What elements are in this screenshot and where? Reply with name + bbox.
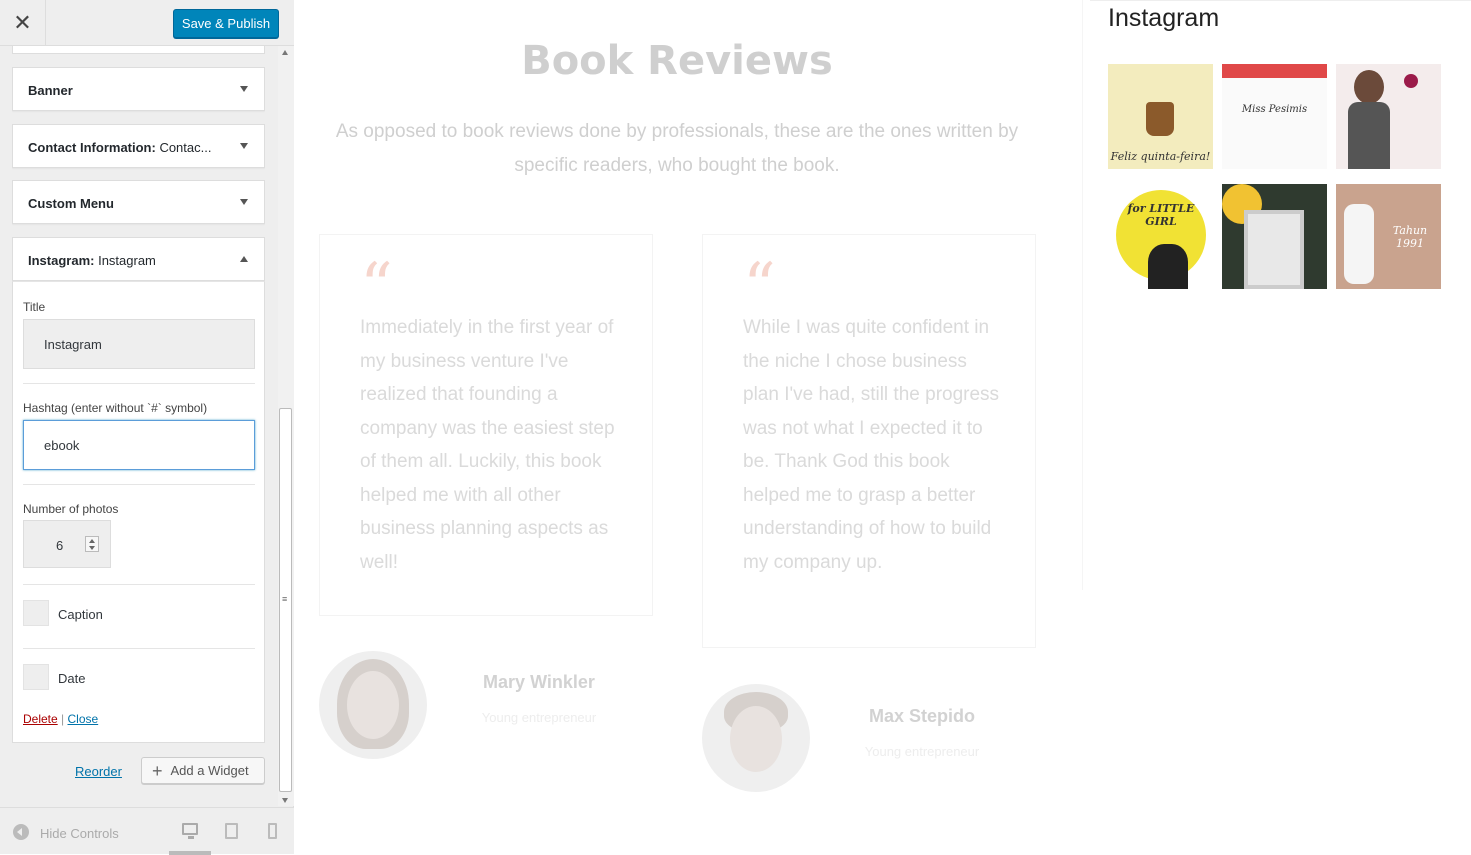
widget-instagram[interactable]: Instagram: Instagram (12, 237, 265, 281)
instagram-photo[interactable] (1222, 184, 1327, 289)
section-subtitle: As opposed to book reviews done by profe… (335, 121, 1019, 176)
divider (23, 648, 255, 649)
photo-caption: for LITTLE GIRL (1127, 202, 1195, 228)
instagram-photo[interactable]: Miss Pesimis (1222, 64, 1327, 169)
separator: | (57, 712, 68, 726)
chevron-down-icon[interactable] (240, 199, 248, 205)
reviewer-role: Young entrepreneur (481, 710, 597, 725)
divider (1090, 0, 1471, 1)
review-text: While I was quite confident in the niche… (743, 317, 1000, 573)
hashtag-label: Hashtag (enter without `#` symbol) (23, 401, 208, 415)
hashtag-input[interactable]: ebook (23, 420, 255, 470)
customizer-sidebar: ✕ Save & Publish Banner Contact Informat… (0, 0, 294, 855)
review-card: “ Immediately in the first year of my bu… (319, 234, 653, 616)
chevron-up-icon[interactable] (240, 256, 248, 262)
scroll-up-icon[interactable] (282, 50, 288, 55)
photo-caption: Miss Pesimis (1241, 104, 1308, 115)
divider (23, 484, 255, 485)
widget-contact-information[interactable]: Contact Information: Contac... (12, 124, 265, 168)
instagram-photo[interactable]: for LITTLE GIRL (1108, 184, 1213, 289)
number-of-photos-label: Number of photos (23, 502, 119, 516)
reviewer-name: Max Stepido (868, 706, 975, 726)
date-label: Date (58, 671, 86, 686)
widget-title: Contact Information: (28, 140, 156, 155)
instagram-photo[interactable]: Feliz quinta-feira! (1108, 64, 1213, 169)
hide-controls-button[interactable]: Hide Controls (40, 826, 119, 841)
instagram-photo[interactable] (1336, 64, 1441, 169)
divider (1082, 0, 1083, 590)
photo-caption: Feliz quinta-feira! (1110, 150, 1211, 163)
customizer-header: ✕ Save & Publish (0, 0, 294, 46)
widget-banner[interactable]: Banner (12, 67, 265, 111)
date-checkbox[interactable] (23, 664, 49, 690)
add-widget-button[interactable]: + Add a Widget (141, 757, 265, 784)
chevron-down-icon[interactable] (240, 86, 248, 92)
close-link[interactable]: Close (67, 712, 98, 726)
plus-icon: + (152, 760, 163, 781)
close-icon[interactable]: ✕ (0, 0, 46, 46)
spinner-arrows-icon[interactable] (85, 536, 99, 552)
desktop-icon[interactable] (182, 823, 198, 839)
site-preview: Book Reviews As opposed to book reviews … (295, 0, 1471, 854)
reorder-link[interactable]: Reorder (75, 764, 122, 779)
title-label: Title (23, 300, 46, 314)
caption-checkbox[interactable] (23, 600, 49, 626)
widget-actions: Delete | Close (23, 712, 98, 726)
widget-custom-menu[interactable]: Custom Menu (12, 180, 265, 224)
instagram-widget-form: Title Instagram Hashtag (enter without `… (12, 281, 265, 743)
scroll-down-icon[interactable] (282, 798, 288, 803)
widget-subtitle: Instagram (94, 253, 156, 268)
caption-label: Caption (58, 607, 103, 622)
widget-subtitle: Contac... (155, 140, 212, 155)
reviewer-name: Mary Winkler (483, 672, 595, 692)
instagram-widget-title: Instagram (1108, 4, 1220, 32)
mobile-icon[interactable] (268, 823, 277, 839)
photo-caption: Tahun 1991 (1392, 224, 1428, 250)
widget-title: Banner (28, 83, 73, 98)
section-title: Book Reviews (521, 38, 833, 84)
collapse-arrow-icon[interactable] (13, 824, 29, 840)
scrollbar-thumb[interactable]: ≡ (279, 408, 292, 792)
tablet-icon[interactable] (225, 823, 238, 839)
divider (23, 584, 255, 585)
reviewer-role: Young entrepreneur (864, 744, 980, 759)
instagram-photo[interactable]: Tahun 1991 (1336, 184, 1441, 289)
review-text: Immediately in the first year of my busi… (360, 317, 615, 573)
widget-previous-cutoff (12, 46, 265, 54)
grip-icon: ≡ (282, 594, 288, 604)
add-widget-label: Add a Widget (170, 763, 249, 778)
number-of-photos-value: 6 (56, 538, 64, 553)
widget-title: Custom Menu (28, 196, 114, 211)
active-device-indicator (169, 851, 211, 855)
widgets-panel: Banner Contact Information: Contac... Cu… (12, 46, 265, 796)
avatar (702, 684, 810, 792)
widget-title: Instagram: (28, 253, 95, 268)
sidebar-scrollbar[interactable]: ≡ (278, 46, 294, 806)
delete-link[interactable]: Delete (23, 712, 58, 726)
review-card: “ While I was quite confident in the nic… (702, 234, 1036, 648)
number-of-photos-input[interactable]: 6 (23, 520, 111, 568)
chevron-down-icon[interactable] (240, 143, 248, 149)
save-publish-button[interactable]: Save & Publish (173, 9, 279, 38)
customizer-footer: Hide Controls (0, 807, 294, 855)
quote-icon: “ (743, 250, 776, 324)
quote-icon: “ (360, 250, 393, 324)
avatar (319, 651, 427, 759)
title-input[interactable]: Instagram (23, 319, 255, 369)
divider (23, 383, 255, 384)
